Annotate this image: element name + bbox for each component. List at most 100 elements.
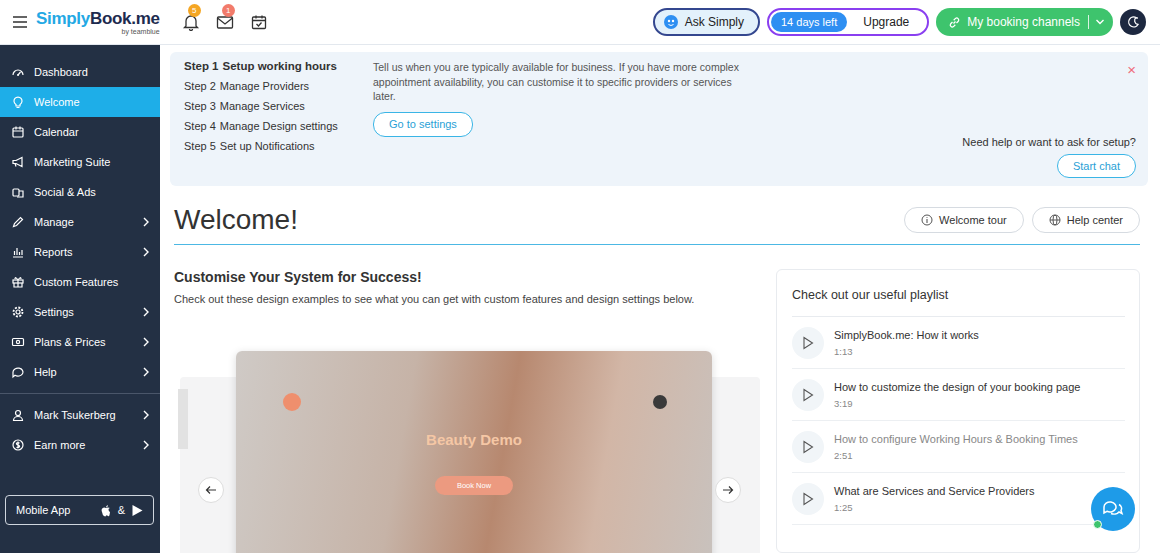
demo-slide[interactable]: Beauty DemoBook Now	[236, 351, 712, 553]
gift-icon	[11, 275, 25, 289]
page-title: Welcome!	[174, 204, 904, 236]
sidebar-item[interactable]: Manage	[0, 207, 160, 237]
video-item[interactable]: How to customize the design of your book…	[792, 369, 1125, 421]
apple-icon	[100, 504, 112, 517]
sidebar-label: Manage	[34, 216, 133, 228]
main-content: Step 1Setup working hours Step 2Manage Pr…	[160, 45, 1160, 553]
demo-title: Beauty Demo	[236, 431, 712, 448]
play-icon	[802, 388, 814, 402]
sidebar-item[interactable]: Help	[0, 357, 160, 387]
trial-days: 14 days left	[771, 12, 847, 32]
trial-upgrade[interactable]: 14 days leftUpgrade	[767, 8, 929, 36]
step-description: Tell us when you are typically available…	[373, 60, 755, 178]
play-button[interactable]	[792, 379, 824, 411]
video-duration: 1:25	[834, 502, 1035, 513]
sidebar-label: Help	[34, 366, 133, 378]
booking-channels-button[interactable]: My booking channels	[936, 8, 1113, 36]
video-title: SimplyBook.me: How it works	[834, 329, 979, 341]
step-item[interactable]: Step 2Manage Providers	[184, 80, 373, 92]
mobile-app-button[interactable]: Mobile App &	[5, 495, 154, 525]
onboarding-help: ×Need help or want to ask for setup?Star…	[755, 60, 1137, 178]
go-to-settings-button[interactable]: Go to settings	[373, 112, 473, 137]
step-item[interactable]: Step 5Set up Notifications	[184, 140, 373, 152]
chevron-icon	[142, 217, 150, 227]
video-duration: 1:13	[834, 346, 979, 357]
sidebar-item[interactable]: Calendar	[0, 117, 160, 147]
ampersand: &	[118, 504, 125, 516]
sidebar-label: Calendar	[34, 126, 150, 138]
theme-button[interactable]	[1120, 9, 1146, 35]
calendar-icon	[11, 125, 25, 139]
calendar-button[interactable]	[250, 13, 268, 31]
step-label: Manage Services	[220, 100, 305, 112]
sidebar-item[interactable]: Social & Ads	[0, 177, 160, 207]
logo[interactable]: SimplyBook.meby teamblue	[36, 10, 160, 35]
customise-section: Customise Your System for Success!Check …	[174, 269, 760, 553]
button-label: Help center	[1067, 214, 1123, 226]
arrow-left-icon	[205, 485, 217, 495]
ask-simply-button[interactable]: Ask Simply	[653, 8, 760, 36]
logo-second: Book.me	[90, 9, 160, 28]
play-button[interactable]	[792, 483, 824, 515]
chart-icon	[11, 245, 25, 259]
chevron-icon	[142, 247, 150, 257]
start-chat-button[interactable]: Start chat	[1057, 154, 1136, 178]
sidebar-item[interactable]: Plans & Prices	[0, 327, 160, 357]
video-item[interactable]: How to configure Working Hours & Booking…	[792, 421, 1125, 473]
sidebar-item[interactable]: Marketing Suite	[0, 147, 160, 177]
sidebar-item[interactable]: Welcome	[0, 87, 160, 117]
hamburger-icon	[12, 15, 28, 29]
moon-icon	[1126, 15, 1140, 29]
info-icon	[921, 214, 933, 226]
next-button[interactable]	[715, 477, 741, 503]
sidebar-label: Reports	[34, 246, 133, 258]
sidebar-item[interactable]: Dashboard	[0, 57, 160, 87]
demo-cart-dot	[653, 395, 667, 409]
play-icon	[802, 440, 814, 454]
video-item[interactable]: What are Services and Service Providers1…	[792, 473, 1125, 525]
step-number: Step 1	[184, 60, 219, 72]
mail-button[interactable]: 1	[216, 13, 234, 31]
help-center-button[interactable]: Help center	[1032, 207, 1140, 233]
sidebar-item[interactable]: Custom Features	[0, 267, 160, 297]
button-label: Welcome tour	[939, 214, 1007, 226]
play-button[interactable]	[792, 431, 824, 463]
close-button[interactable]: ×	[1127, 62, 1136, 77]
sidebar-label: Welcome	[34, 96, 150, 108]
bell-button[interactable]: 5	[182, 13, 200, 31]
chevron-icon	[142, 307, 150, 317]
design-carousel: Beauty DemoBook Now	[174, 347, 760, 553]
coin-icon	[11, 438, 25, 452]
ask-simply-label: Ask Simply	[685, 15, 744, 29]
video-item[interactable]: SimplyBook.me: How it works 1:13	[792, 317, 1125, 369]
step-label: Manage Design settings	[220, 120, 338, 132]
divider	[1088, 15, 1089, 29]
chevron-icon	[142, 367, 150, 377]
dropdown-icon	[1095, 18, 1105, 26]
sidebar-label: Social & Ads	[34, 186, 150, 198]
sidebar-item[interactable]: Reports	[0, 237, 160, 267]
welcome-tour-button[interactable]: Welcome tour	[904, 207, 1024, 233]
play-button[interactable]	[792, 327, 824, 359]
step-item[interactable]: Step 4Manage Design settings	[184, 120, 373, 132]
content-row: Customise Your System for Success!Check …	[174, 269, 1140, 553]
top-bar: SimplyBook.meby teamblue51Ask Simply14 d…	[0, 0, 1160, 45]
section-subtitle: Check out these design examples to see w…	[174, 293, 760, 305]
step-number: Step 2	[184, 80, 216, 92]
sidebar-item[interactable]: Settings	[0, 297, 160, 327]
chevron-icon	[142, 410, 150, 420]
sidebar-item[interactable]: Earn more	[0, 430, 160, 460]
top-icons: 51	[182, 13, 268, 31]
notification-badge: 5	[188, 4, 201, 17]
step-item[interactable]: Step 1Setup working hours	[184, 60, 373, 72]
sidebar-separator	[0, 393, 160, 394]
step-item[interactable]: Step 3Manage Services	[184, 100, 373, 112]
video-duration: 2:51	[834, 450, 1078, 461]
logo-sub: by teamblue	[122, 28, 160, 35]
video-duration: 3:19	[834, 398, 1080, 409]
sidebar-item[interactable]: Mark Tsukerberg	[0, 400, 160, 430]
chat-widget-button[interactable]	[1091, 487, 1135, 531]
prev-button[interactable]	[198, 477, 224, 503]
mobile-app-label: Mobile App	[16, 504, 94, 516]
upgrade-button[interactable]: Upgrade	[847, 15, 925, 29]
